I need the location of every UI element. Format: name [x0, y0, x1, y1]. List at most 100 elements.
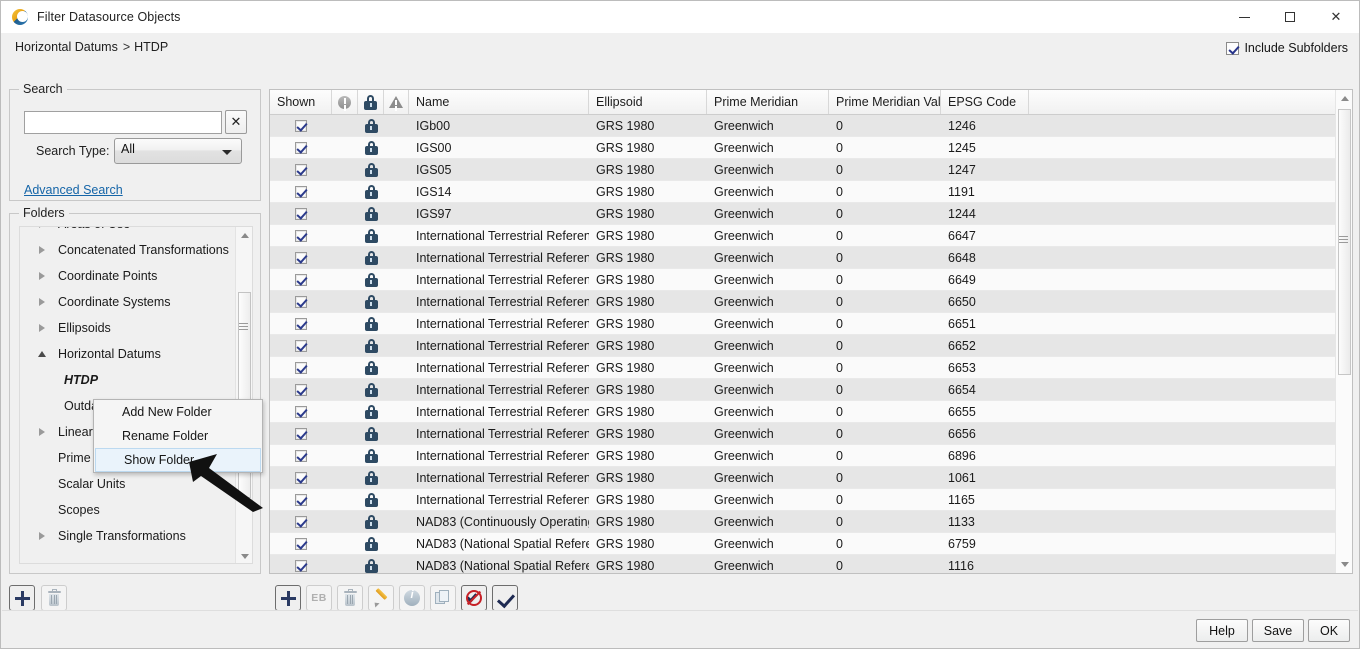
folders-tree[interactable]: Areas of Use Concatenated Transformations…	[19, 226, 253, 564]
table-row[interactable]: International Terrestrial Reference GRS 1…	[270, 247, 1336, 269]
table-row[interactable]: NAD83 (National Spatial Referer GRS 1980 G…	[270, 555, 1336, 573]
table-row[interactable]: IGb00 GRS 1980 Greenwich 0 1246	[270, 115, 1336, 137]
select-all-button[interactable]	[492, 585, 518, 611]
chevron-right-icon[interactable]	[34, 227, 50, 228]
cell-shown[interactable]	[270, 423, 332, 445]
cell-shown[interactable]	[270, 247, 332, 269]
cell-shown[interactable]	[270, 115, 332, 137]
search-input[interactable]	[25, 112, 221, 133]
folder-context-menu[interactable]: Add New Folder Rename Folder Show Folder	[93, 399, 263, 473]
table-row[interactable]: International Terrestrial Reference GRS 1…	[270, 269, 1336, 291]
shown-checkbox[interactable]	[295, 405, 307, 418]
tree-item-horizontal-datums[interactable]: Horizontal Datums	[20, 341, 236, 367]
cell-shown[interactable]	[270, 159, 332, 181]
table-row[interactable]: International Terrestrial Reference GRS 1…	[270, 489, 1336, 511]
shown-checkbox[interactable]	[295, 493, 307, 506]
context-menu-item-show-folder[interactable]: Show Folder	[95, 448, 261, 472]
table-row[interactable]: IGS05 GRS 1980 Greenwich 0 1247	[270, 159, 1336, 181]
duplicate-button[interactable]	[430, 585, 456, 611]
table-row[interactable]: IGS14 GRS 1980 Greenwich 0 1191	[270, 181, 1336, 203]
delete-object-button[interactable]	[337, 585, 363, 611]
column-header-deprecated[interactable]	[332, 90, 358, 114]
column-header-prime_meridian[interactable]: Prime Meridian	[707, 90, 829, 114]
shown-checkbox[interactable]	[295, 119, 307, 132]
folders-tree-scrollbar[interactable]	[235, 227, 252, 563]
breadcrumb-current[interactable]: HTDP	[134, 40, 168, 54]
shown-checkbox[interactable]	[295, 317, 307, 330]
tree-item-coordinate-points[interactable]: Coordinate Points	[20, 263, 236, 289]
shown-checkbox[interactable]	[295, 229, 307, 242]
cell-shown[interactable]	[270, 555, 332, 574]
shown-checkbox[interactable]	[295, 471, 307, 484]
chevron-right-icon[interactable]	[34, 324, 50, 332]
shown-checkbox[interactable]	[295, 515, 307, 528]
ok-button[interactable]: OK	[1308, 619, 1350, 642]
table-row[interactable]: International Terrestrial Reference GRS 1…	[270, 423, 1336, 445]
maximize-button[interactable]	[1267, 1, 1313, 33]
shown-checkbox[interactable]	[295, 559, 307, 572]
cell-shown[interactable]	[270, 313, 332, 335]
shown-checkbox[interactable]	[295, 295, 307, 308]
table-row[interactable]: International Terrestrial Reference GRS 1…	[270, 401, 1336, 423]
help-button[interactable]: Help	[1196, 619, 1248, 642]
tree-item-single-transformations[interactable]: Single Transformations	[20, 523, 236, 549]
cell-shown[interactable]	[270, 401, 332, 423]
table-row[interactable]: International Terrestrial Reference GRS 1…	[270, 313, 1336, 335]
include-subfolders-checkbox[interactable]	[1226, 41, 1240, 55]
cell-shown[interactable]	[270, 467, 332, 489]
cell-shown[interactable]	[270, 181, 332, 203]
cell-shown[interactable]	[270, 357, 332, 379]
tree-item-htdp[interactable]: HTDP	[20, 367, 236, 393]
context-menu-item-add-new-folder[interactable]: Add New Folder	[94, 400, 262, 424]
deselect-all-button[interactable]	[461, 585, 487, 611]
column-header-prime_meridian_value[interactable]: Prime Meridian Value(	[829, 90, 941, 114]
save-button[interactable]: Save	[1252, 619, 1304, 642]
tree-item-scalar-units[interactable]: Scalar Units	[20, 471, 236, 497]
chevron-right-icon[interactable]	[34, 272, 50, 280]
add-object-button[interactable]	[275, 585, 301, 611]
table-row[interactable]: IGS97 GRS 1980 Greenwich 0 1244	[270, 203, 1336, 225]
shown-checkbox[interactable]	[295, 361, 307, 374]
chevron-right-icon[interactable]	[34, 428, 50, 436]
eb-button[interactable]: EB	[306, 585, 332, 611]
table-row[interactable]: International Terrestrial Reference GRS 1…	[270, 225, 1336, 247]
cell-shown[interactable]	[270, 489, 332, 511]
table-row[interactable]: International Terrestrial Reference GRS 1…	[270, 291, 1336, 313]
search-input-wrapper[interactable]	[24, 111, 222, 134]
include-subfolders-option[interactable]: Include Subfolders	[1226, 41, 1348, 55]
delete-folder-button[interactable]	[41, 585, 67, 611]
tree-item-areas-of-use[interactable]: Areas of Use	[20, 227, 236, 237]
info-button[interactable]	[399, 585, 425, 611]
table-row[interactable]: International Terrestrial Reference GRS 1…	[270, 467, 1336, 489]
table-scroll-up-arrow-icon[interactable]	[1336, 90, 1353, 107]
cell-shown[interactable]	[270, 533, 332, 555]
column-header-shown[interactable]: Shown	[270, 90, 332, 114]
table-scroll-down-arrow-icon[interactable]	[1336, 556, 1353, 573]
tree-item-ellipsoids[interactable]: Ellipsoids	[20, 315, 236, 341]
shown-checkbox[interactable]	[295, 427, 307, 440]
cell-shown[interactable]	[270, 203, 332, 225]
scroll-up-arrow-icon[interactable]	[236, 227, 252, 244]
cell-shown[interactable]	[270, 225, 332, 247]
scroll-down-arrow-icon[interactable]	[236, 548, 252, 563]
cell-shown[interactable]	[270, 137, 332, 159]
cell-shown[interactable]	[270, 511, 332, 533]
minimize-button[interactable]	[1221, 1, 1267, 33]
tree-item-concatenated-transformations[interactable]: Concatenated Transformations	[20, 237, 236, 263]
advanced-search-link[interactable]: Advanced Search	[24, 183, 123, 197]
cell-shown[interactable]	[270, 269, 332, 291]
edit-object-button[interactable]	[368, 585, 394, 611]
context-menu-item-rename-folder[interactable]: Rename Folder	[94, 424, 262, 448]
shown-checkbox[interactable]	[295, 537, 307, 550]
column-header-locked[interactable]	[358, 90, 384, 114]
shown-checkbox[interactable]	[295, 207, 307, 220]
column-header-filler[interactable]	[1029, 90, 1329, 114]
cell-shown[interactable]	[270, 335, 332, 357]
column-header-epsg[interactable]: EPSG Code	[941, 90, 1029, 114]
shown-checkbox[interactable]	[295, 383, 307, 396]
shown-checkbox[interactable]	[295, 251, 307, 264]
shown-checkbox[interactable]	[295, 185, 307, 198]
table-row[interactable]: NAD83 (National Spatial Referer GRS 1980 G…	[270, 533, 1336, 555]
table-scrollbar[interactable]	[1335, 90, 1352, 573]
table-row[interactable]: International Terrestrial Reference GRS 1…	[270, 379, 1336, 401]
